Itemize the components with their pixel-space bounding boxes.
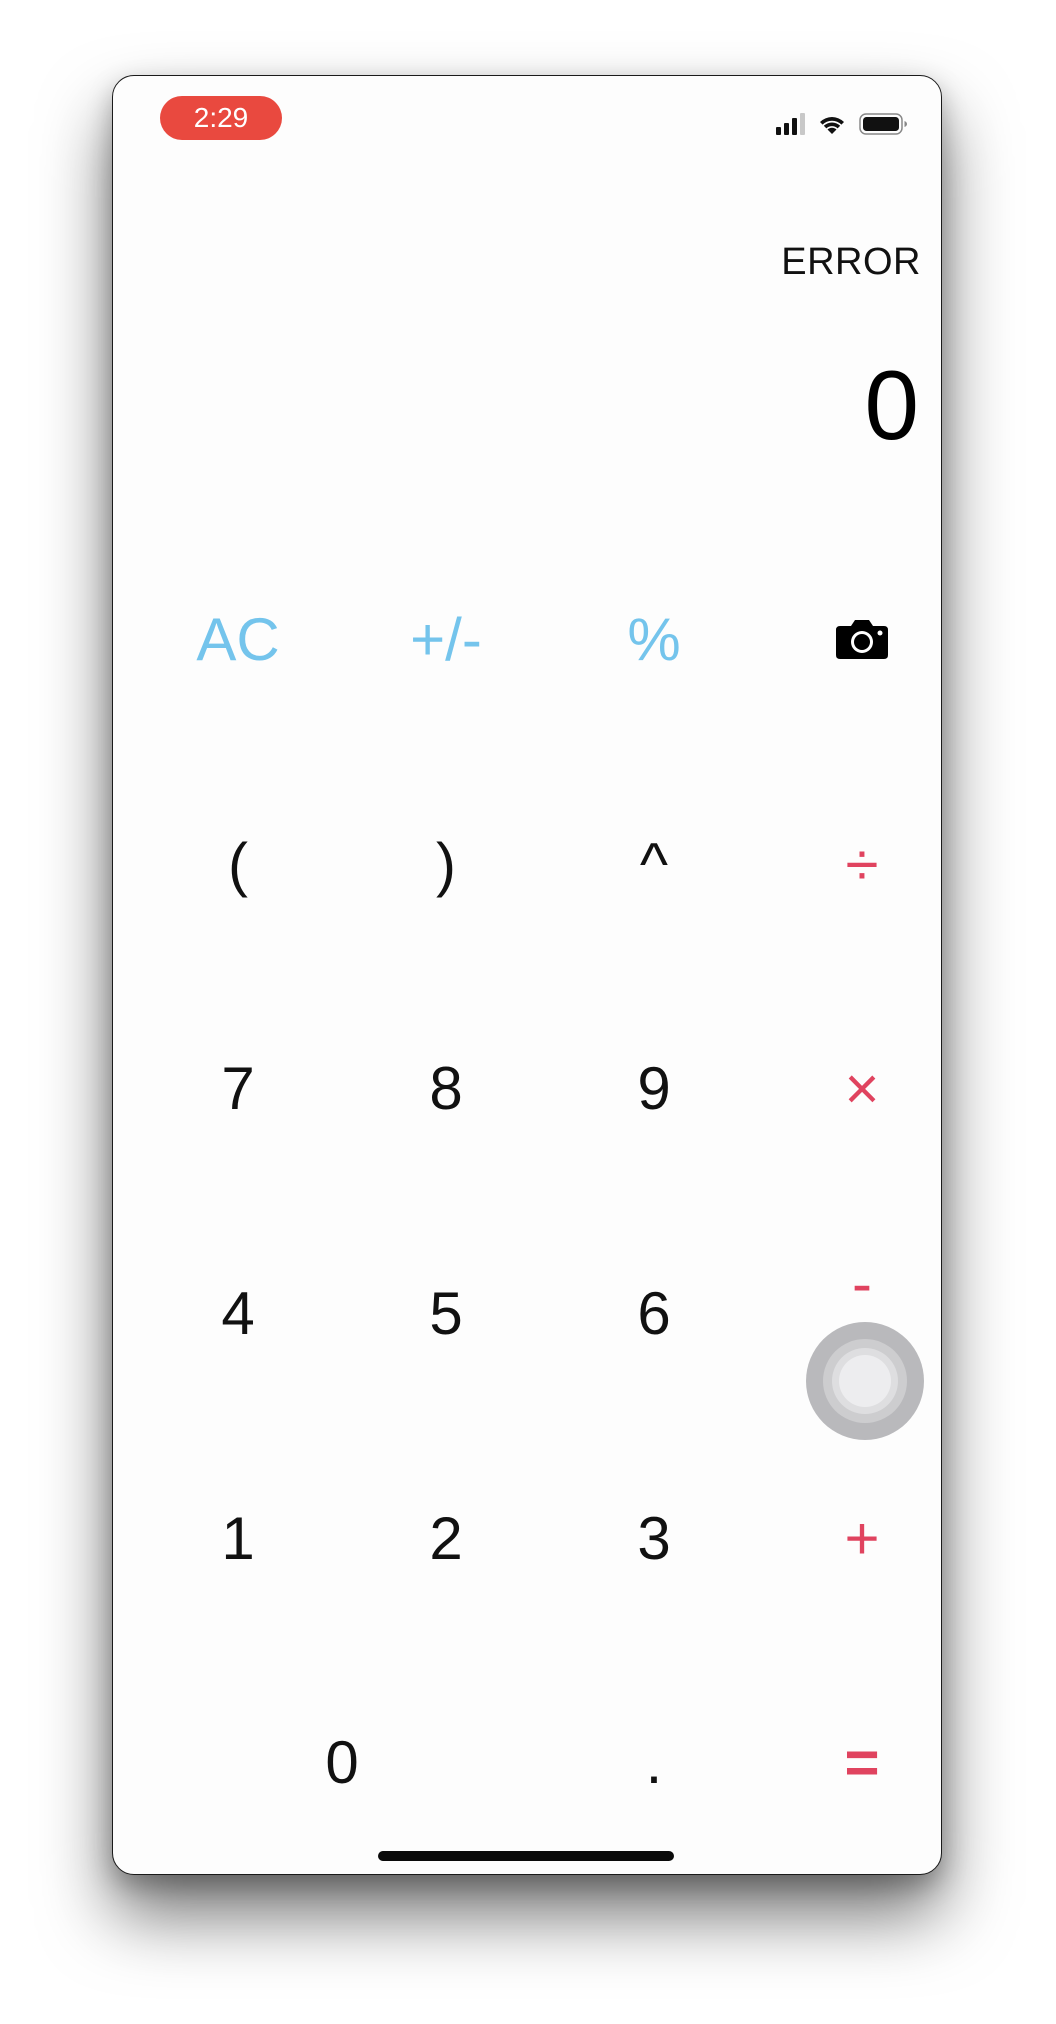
- expression-display: ERROR: [781, 241, 921, 283]
- digit-9-button[interactable]: 9: [574, 1028, 734, 1148]
- assistive-touch-button[interactable]: [806, 1322, 924, 1440]
- wifi-icon: [817, 113, 847, 135]
- digit-6-button[interactable]: 6: [574, 1253, 734, 1373]
- equals-button[interactable]: =: [782, 1702, 941, 1822]
- digit-2-button[interactable]: 2: [366, 1478, 526, 1598]
- percent-button[interactable]: %: [574, 579, 734, 699]
- power-button[interactable]: ^: [574, 804, 734, 924]
- status-time: 2:29: [160, 96, 282, 140]
- divide-button[interactable]: ÷: [782, 804, 941, 924]
- cellular-signal-icon: [776, 113, 805, 135]
- decimal-button[interactable]: .: [574, 1702, 734, 1822]
- digit-1-button[interactable]: 1: [158, 1478, 318, 1598]
- digit-3-button[interactable]: 3: [574, 1478, 734, 1598]
- add-button[interactable]: +: [782, 1478, 941, 1598]
- digit-0-button[interactable]: 0: [262, 1702, 422, 1822]
- toggle-sign-button[interactable]: +/-: [366, 579, 526, 699]
- home-indicator[interactable]: [378, 1851, 674, 1861]
- digit-4-button[interactable]: 4: [158, 1253, 318, 1373]
- camera-icon: [836, 620, 888, 659]
- digit-5-button[interactable]: 5: [366, 1253, 526, 1373]
- battery-icon: [859, 112, 909, 136]
- open-paren-button[interactable]: (: [158, 804, 318, 924]
- camera-button[interactable]: [782, 579, 941, 699]
- phone-screen: 2:29 ERROR 0 AC +/- % () ^ ÷ 7 8 9 × 4 …: [112, 75, 942, 1875]
- status-icons: [776, 112, 909, 136]
- digit-7-button[interactable]: 7: [158, 1028, 318, 1148]
- digit-8-button[interactable]: 8: [366, 1028, 526, 1148]
- multiply-button[interactable]: ×: [782, 1028, 941, 1148]
- close-paren-button[interactable]: ): [366, 804, 526, 924]
- result-display: 0: [864, 350, 919, 460]
- clear-button[interactable]: AC: [158, 579, 318, 699]
